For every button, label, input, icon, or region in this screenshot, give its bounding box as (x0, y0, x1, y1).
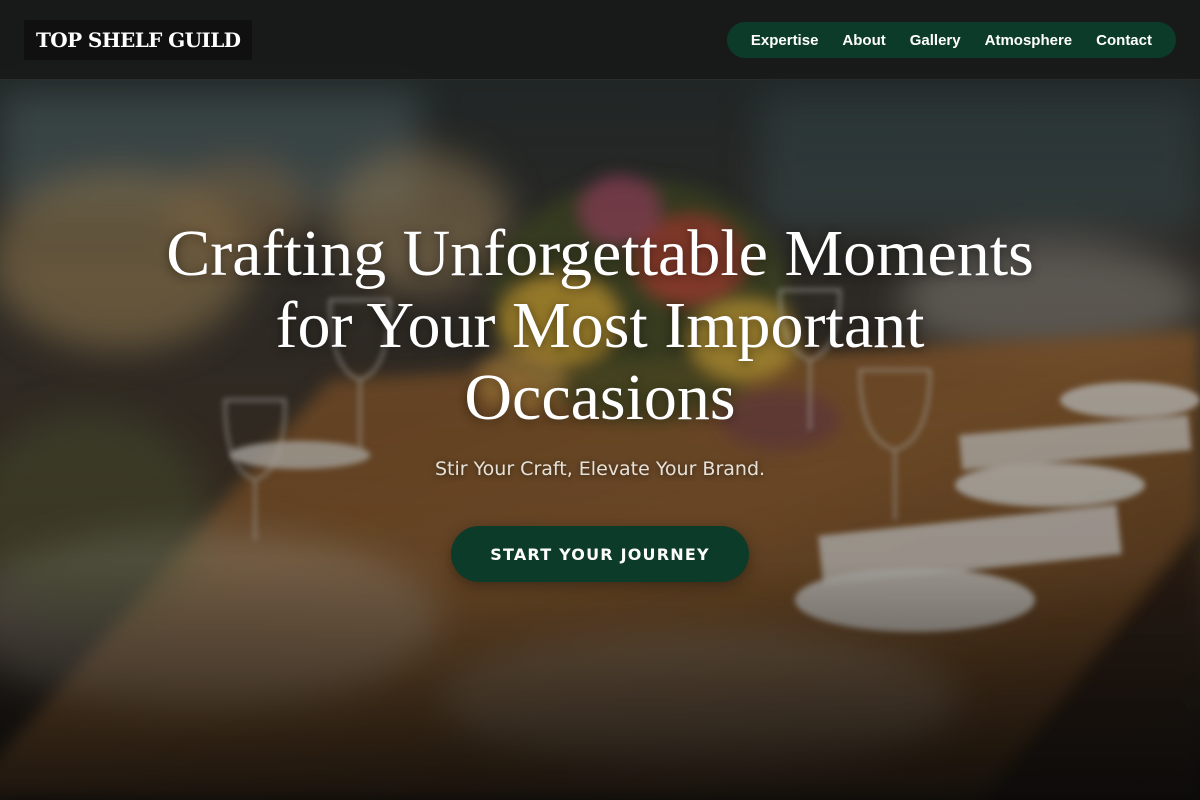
nav-link-about[interactable]: About (830, 32, 897, 49)
hero-section: Crafting Unforgettable Moments for Your … (0, 0, 1200, 800)
nav-link-gallery[interactable]: Gallery (898, 32, 973, 49)
main-nav: Expertise About Gallery Atmosphere Conta… (726, 22, 1176, 58)
hero-subtitle: Stir Your Craft, Elevate Your Brand. (434, 458, 766, 480)
site-logo[interactable]: TOP SHELF GUILD (24, 20, 253, 60)
nav-link-atmosphere[interactable]: Atmosphere (973, 32, 1085, 49)
hero-title: Crafting Unforgettable Moments for Your … (166, 217, 1034, 434)
nav-link-contact[interactable]: Contact (1084, 32, 1164, 49)
site-header: TOP SHELF GUILD Expertise About Gallery … (0, 0, 1200, 80)
start-journey-button[interactable]: START YOUR JOURNEY (451, 526, 749, 582)
page: TOP SHELF GUILD Expertise About Gallery … (0, 0, 1200, 800)
nav-link-expertise[interactable]: Expertise (739, 32, 831, 49)
